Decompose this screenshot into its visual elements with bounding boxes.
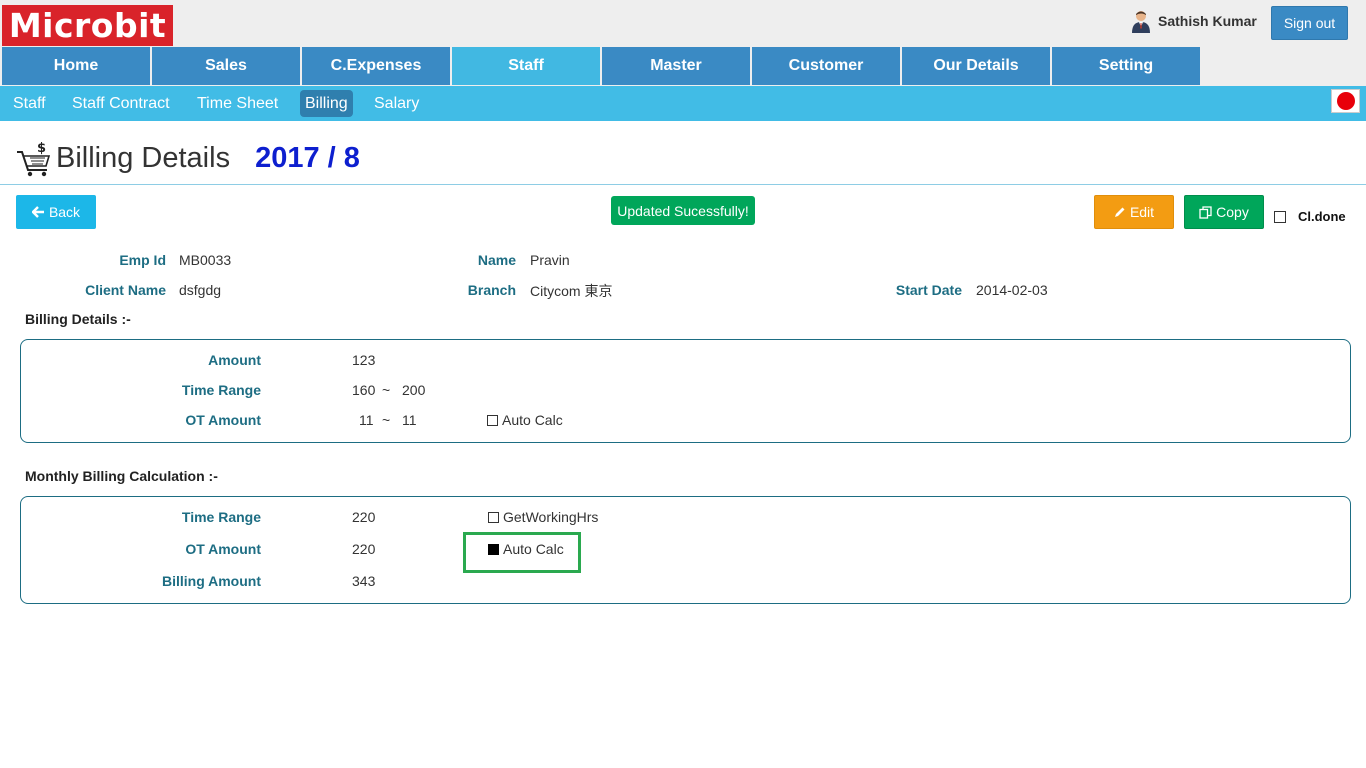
ot-amount-separator: ~	[382, 412, 391, 428]
client-name-value: dsfgdg	[179, 282, 222, 298]
nav-tab-our-details[interactable]: Our Details	[902, 47, 1050, 85]
monthly-auto-calc-label: Auto Calc	[503, 541, 564, 557]
copy-button[interactable]: Copy	[1184, 195, 1264, 229]
cl-done-checkbox[interactable]	[1274, 210, 1286, 223]
status-message: Updated Sucessfully!	[611, 196, 755, 225]
cl-done-label: Cl.done	[1298, 209, 1346, 224]
emp-id-value: MB0033	[179, 252, 232, 268]
subnav-staff-contract[interactable]: Staff Contract	[67, 90, 175, 117]
client-name-label: Client Name	[85, 282, 166, 298]
nav-tab-master[interactable]: Master	[602, 47, 750, 85]
billing-amount-value: 343	[352, 573, 376, 589]
branch-value: Citycom 東京	[530, 283, 613, 299]
ot-amount-from: 11	[359, 412, 374, 428]
monthly-time-range-label: Time Range	[181, 509, 261, 525]
sub-nav: Staff Staff Contract Time Sheet Billing …	[0, 86, 1366, 121]
time-range-label: Time Range	[181, 382, 261, 398]
nav-tab-customer[interactable]: Customer	[752, 47, 900, 85]
nav-tab-setting[interactable]: Setting	[1052, 47, 1200, 85]
nav-tab-home[interactable]: Home	[2, 47, 150, 85]
japan-flag-icon[interactable]	[1331, 89, 1360, 113]
subnav-salary[interactable]: Salary	[369, 90, 424, 117]
amount-value: 123	[352, 352, 376, 368]
back-label: Back	[48, 204, 81, 220]
nav-tab-sales[interactable]: Sales	[152, 47, 300, 85]
get-working-hrs-checkbox[interactable]	[488, 511, 499, 523]
subnav-billing[interactable]: Billing	[300, 90, 353, 117]
time-range-from: 160	[352, 382, 376, 398]
get-working-hrs-label: GetWorkingHrs	[503, 509, 599, 525]
sign-out-button[interactable]: Sign out	[1271, 6, 1348, 40]
subnav-staff[interactable]: Staff	[8, 90, 51, 117]
monthly-ot-amount-value: 220	[352, 541, 376, 557]
header-divider	[0, 184, 1366, 185]
svg-text:$: $	[37, 141, 46, 156]
ot-amount-label: OT Amount	[185, 412, 261, 428]
billing-period: 2017 / 8	[255, 141, 360, 174]
name-label: Name	[477, 252, 516, 268]
billing-amount-label: Billing Amount	[161, 573, 261, 589]
monthly-time-range-value: 220	[352, 509, 376, 525]
page-header: $ Billing Details 2017 / 8	[16, 138, 360, 178]
monthly-ot-amount-label: OT Amount	[185, 541, 261, 557]
time-range-to: 200	[402, 382, 426, 398]
edit-label: Edit	[1129, 204, 1155, 220]
start-date-value: 2014-02-03	[976, 282, 1048, 298]
back-button[interactable]: Back	[16, 195, 96, 229]
branch-label: Branch	[467, 282, 516, 298]
user-info: Sathish Kumar	[1130, 9, 1257, 33]
auto-calc-label: Auto Calc	[502, 412, 563, 428]
auto-calc-checkbox[interactable]	[487, 414, 498, 426]
nav-tab-c-expenses[interactable]: C.Expenses	[302, 47, 450, 85]
get-working-hrs-option[interactable]: GetWorkingHrs	[488, 509, 598, 525]
page-title: Billing Details	[56, 141, 231, 174]
cl-done-toggle[interactable]: Cl.done	[1274, 209, 1346, 224]
copy-icon	[1199, 205, 1212, 219]
user-avatar-icon	[1132, 11, 1150, 33]
time-range-separator: ~	[382, 382, 391, 398]
copy-label: Copy	[1216, 204, 1249, 220]
ot-amount-to: 11	[402, 412, 417, 428]
nav-tab-staff[interactable]: Staff	[452, 47, 600, 85]
user-name: Sathish Kumar	[1158, 13, 1257, 29]
main-nav: Home Sales C.Expenses Staff Master Custo…	[2, 47, 1202, 85]
monthly-auto-calc-option[interactable]: Auto Calc	[488, 541, 564, 557]
pencil-icon	[1114, 207, 1125, 217]
monthly-auto-calc-checkbox[interactable]	[488, 543, 499, 555]
start-date-label: Start Date	[895, 282, 962, 298]
name-value: Pravin	[530, 252, 570, 268]
amount-label: Amount	[208, 352, 261, 368]
monthly-billing-section-title: Monthly Billing Calculation :-	[25, 468, 218, 484]
arrow-left-icon	[31, 206, 44, 218]
subnav-time-sheet[interactable]: Time Sheet	[192, 90, 283, 117]
cart-icon: $	[17, 141, 51, 177]
app-logo[interactable]: Microbit	[2, 5, 173, 46]
edit-button[interactable]: Edit	[1094, 195, 1174, 229]
emp-id-label: Emp Id	[119, 252, 166, 268]
billing-details-section-title: Billing Details :-	[25, 311, 131, 327]
auto-calc-option[interactable]: Auto Calc	[487, 412, 563, 428]
